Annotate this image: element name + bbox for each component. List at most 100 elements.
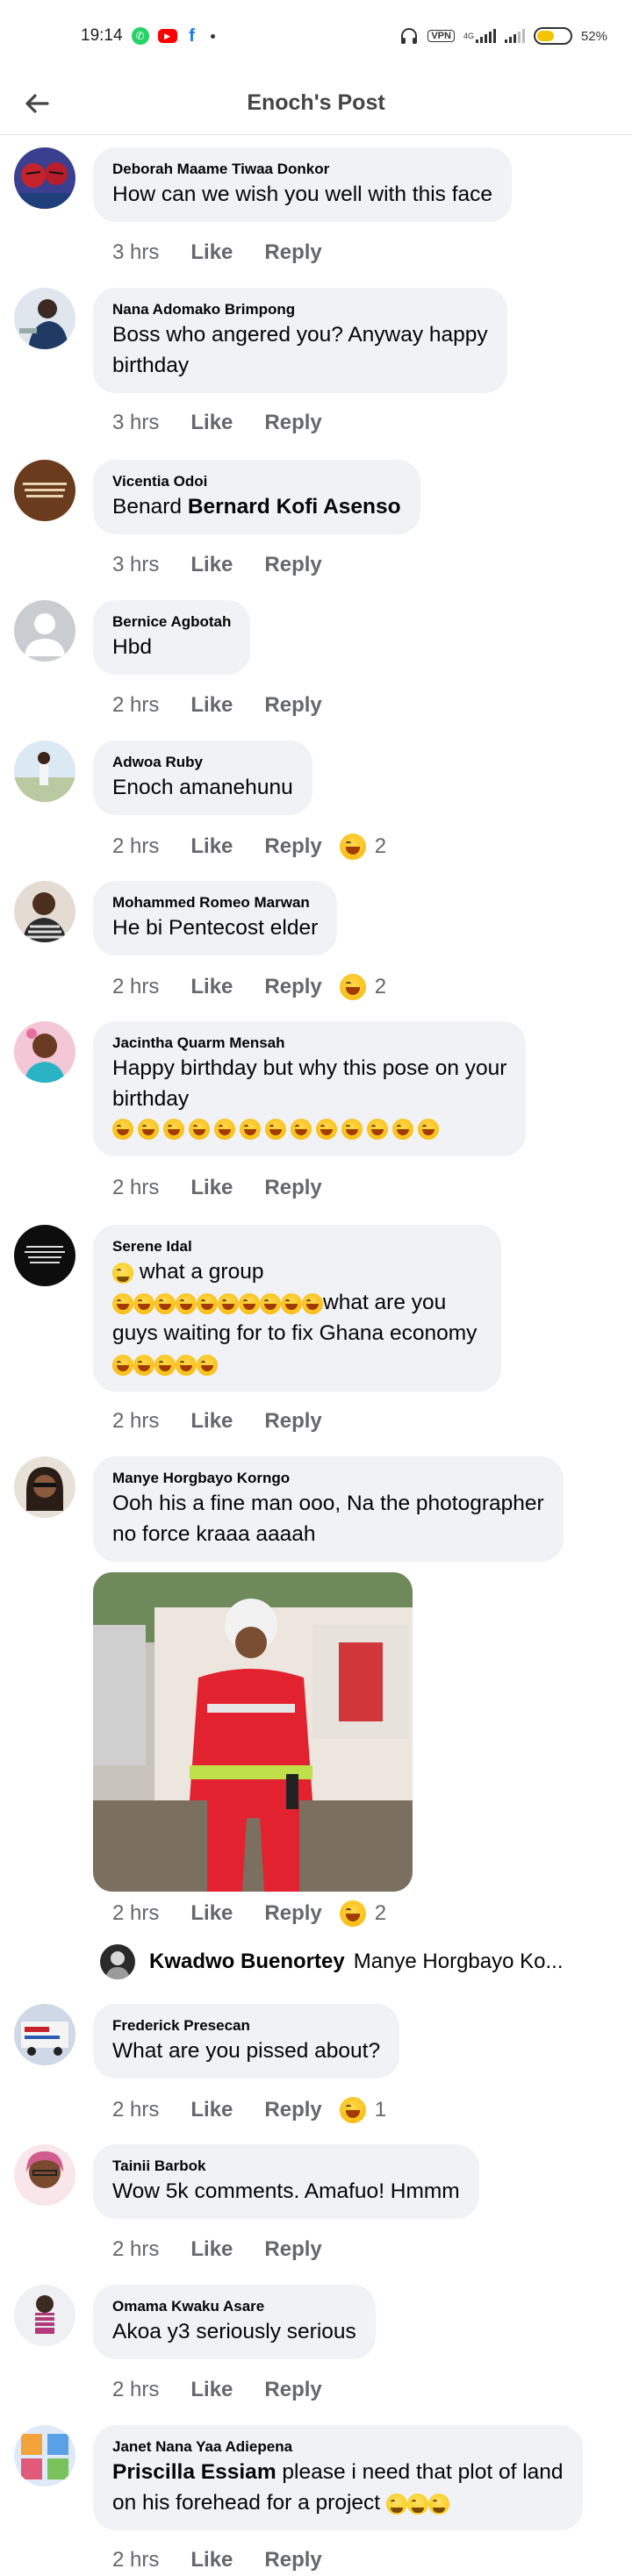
reply-button[interactable]: Reply: [264, 2237, 321, 2262]
comment-actions: 2 hrs Like Reply: [112, 693, 340, 718]
avatar[interactable]: [14, 288, 75, 349]
comment-time[interactable]: 3 hrs: [112, 240, 159, 265]
reply-text: Manye Horgbayo Ko...: [353, 1950, 564, 1973]
comment-author[interactable]: Nana Adomako Brimpong: [112, 300, 488, 319]
comment-time[interactable]: 2 hrs: [112, 2378, 159, 2402]
reply-button[interactable]: Reply: [264, 1901, 321, 1926]
laughing-emoji-icon: [339, 834, 366, 860]
reply-button[interactable]: Reply: [264, 411, 321, 435]
smiling-emoji-icon: [112, 1262, 133, 1284]
like-button[interactable]: Like: [190, 975, 233, 999]
mention-link[interactable]: Priscilla Essiam: [112, 2460, 276, 2484]
comment-bubble: Bernice Agbotah Hbd: [93, 600, 251, 675]
comment-author[interactable]: Deborah Maame Tiwaa Donkor: [112, 160, 492, 179]
like-button[interactable]: Like: [190, 553, 233, 577]
comment-actions: 2 hrs Like Reply: [112, 1176, 340, 1200]
like-button[interactable]: Like: [190, 240, 233, 265]
comment-bubble: Frederick Presecan What are you pissed a…: [93, 2004, 400, 2079]
comment-author[interactable]: Bernice Agbotah: [112, 612, 231, 632]
comment-author[interactable]: Janet Nana Yaa Adiepena: [112, 2437, 564, 2457]
mention-link[interactable]: Bernard Kofi Asenso: [188, 495, 401, 519]
comment-author[interactable]: Serene Idal: [112, 1237, 477, 1256]
reply-button[interactable]: Reply: [264, 693, 321, 718]
comment-author[interactable]: Vicentia Odoi: [112, 472, 401, 491]
comment-time[interactable]: 2 hrs: [112, 1901, 159, 1926]
reactions-summary[interactable]: 2: [339, 834, 386, 860]
like-button[interactable]: Like: [190, 1176, 233, 1200]
like-button[interactable]: Like: [190, 2548, 233, 2572]
laughing-emoji-icon: [281, 1292, 302, 1314]
reply-button[interactable]: Reply: [264, 1176, 321, 1200]
comment-time[interactable]: 2 hrs: [112, 2548, 159, 2572]
comment-text-fragment: please i need that plot of land: [276, 2460, 564, 2484]
reply-button[interactable]: Reply: [264, 2548, 321, 2572]
like-button[interactable]: Like: [190, 1409, 233, 1434]
comment-author[interactable]: Jacintha Quarm Mensah: [112, 1034, 506, 1053]
comment-author[interactable]: Mohammed Romeo Marwan: [112, 893, 318, 912]
comment-text-line: Happy birthday but why this pose on your: [112, 1056, 507, 1080]
avatar[interactable]: [14, 460, 75, 521]
avatar[interactable]: [14, 1021, 75, 1083]
comment-author[interactable]: Omama Kwaku Asare: [112, 2297, 356, 2316]
like-button[interactable]: Like: [190, 1901, 233, 1926]
reply-button[interactable]: Reply: [264, 240, 321, 265]
comment-bubble: Janet Nana Yaa Adiepena Priscilla Essiam…: [93, 2425, 583, 2530]
back-button[interactable]: [19, 86, 54, 121]
comment-photo[interactable]: [93, 1572, 413, 1892]
comment-text: Benard Bernard Kofi Asenso: [112, 491, 401, 522]
comment-text-line: Priscilla Essiam please i need that plot…: [112, 2457, 564, 2487]
like-button[interactable]: Like: [190, 2098, 233, 2122]
comment-time[interactable]: 2 hrs: [112, 1176, 159, 1200]
comment-time[interactable]: 3 hrs: [112, 411, 159, 435]
laughing-emoji-icon: [339, 1900, 366, 1927]
comment-time[interactable]: 3 hrs: [112, 553, 159, 577]
comment-time[interactable]: 2 hrs: [112, 975, 159, 999]
like-button[interactable]: Like: [190, 411, 233, 435]
reactions-summary[interactable]: 2: [339, 974, 386, 1000]
reply-author[interactable]: Kwadwo Buenortey: [149, 1950, 345, 1974]
smiling-emoji-icon: [385, 2493, 407, 2515]
avatar[interactable]: [14, 2285, 75, 2346]
laughing-emoji-icon: [189, 1118, 210, 1140]
reply-button[interactable]: Reply: [264, 1409, 321, 1434]
status-right: VPN 4G 52%: [399, 27, 607, 45]
reply-button[interactable]: Reply: [264, 975, 321, 999]
avatar[interactable]: [14, 741, 75, 802]
reply-button[interactable]: Reply: [264, 2378, 321, 2402]
comment-time[interactable]: 2 hrs: [112, 1409, 159, 1434]
comment-time[interactable]: 2 hrs: [112, 834, 159, 859]
comment-author[interactable]: Adwoa Ruby: [112, 753, 293, 772]
avatar[interactable]: [14, 881, 75, 942]
comment-author[interactable]: Tainii Barbok: [112, 2157, 460, 2176]
avatar[interactable]: [14, 147, 75, 209]
reactions-summary[interactable]: 1: [339, 2097, 386, 2123]
battery-percent: 52%: [580, 28, 607, 44]
reply-preview[interactable]: Kwadwo Buenortey Manye Horgbayo Ko...: [100, 1944, 564, 1979]
like-button[interactable]: Like: [190, 693, 233, 718]
like-button[interactable]: Like: [190, 2237, 233, 2262]
avatar[interactable]: [14, 2004, 75, 2065]
like-button[interactable]: Like: [190, 2378, 233, 2402]
avatar[interactable]: [14, 600, 75, 662]
comment-author[interactable]: Manye Horgbayo Korngo: [112, 1469, 544, 1488]
comment-bubble: Tainii Barbok Wow 5k comments. Amafuo! H…: [93, 2144, 479, 2219]
avatar[interactable]: [14, 1225, 75, 1286]
comment-time[interactable]: 2 hrs: [112, 693, 159, 718]
comment-actions: 3 hrs Like Reply: [112, 240, 340, 265]
like-button[interactable]: Like: [190, 834, 233, 859]
reactions-summary[interactable]: 2: [339, 1900, 387, 1927]
avatar[interactable]: [14, 2425, 75, 2487]
reply-button[interactable]: Reply: [264, 2098, 321, 2122]
laughing-emoji-icon: [112, 1118, 133, 1140]
reply-button[interactable]: Reply: [264, 834, 321, 859]
laughing-emoji-icon: [133, 1354, 154, 1376]
reaction-count: 2: [374, 1901, 387, 1925]
comment-time[interactable]: 2 hrs: [112, 2237, 159, 2262]
avatar[interactable]: [14, 1456, 75, 1518]
comment-time[interactable]: 2 hrs: [112, 2098, 159, 2122]
comment-author[interactable]: Frederick Presecan: [112, 2016, 380, 2036]
avatar[interactable]: [14, 2144, 75, 2206]
comment-actions: 2 hrs Like Reply: [112, 2237, 340, 2262]
comment-bubble: Jacintha Quarm Mensah Happy birthday but…: [93, 1021, 527, 1156]
reply-button[interactable]: Reply: [264, 553, 321, 577]
